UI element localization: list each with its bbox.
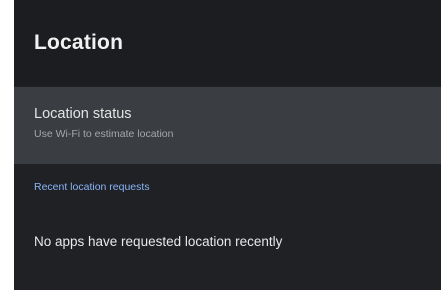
no-recent-requests-message: No apps have requested location recently bbox=[34, 234, 283, 249]
location-status-subtitle: Use Wi-Fi to estimate location bbox=[34, 128, 174, 140]
page-title: Location bbox=[34, 31, 124, 54]
location-status-title: Location status bbox=[34, 106, 132, 122]
location-settings-panel: Location Location status Use Wi-Fi to es… bbox=[14, 0, 441, 290]
location-status-item[interactable]: Location status Use Wi-Fi to estimate lo… bbox=[14, 87, 441, 164]
settings-header: Location bbox=[14, 0, 441, 86]
recent-location-requests-heading: Recent location requests bbox=[34, 181, 150, 193]
